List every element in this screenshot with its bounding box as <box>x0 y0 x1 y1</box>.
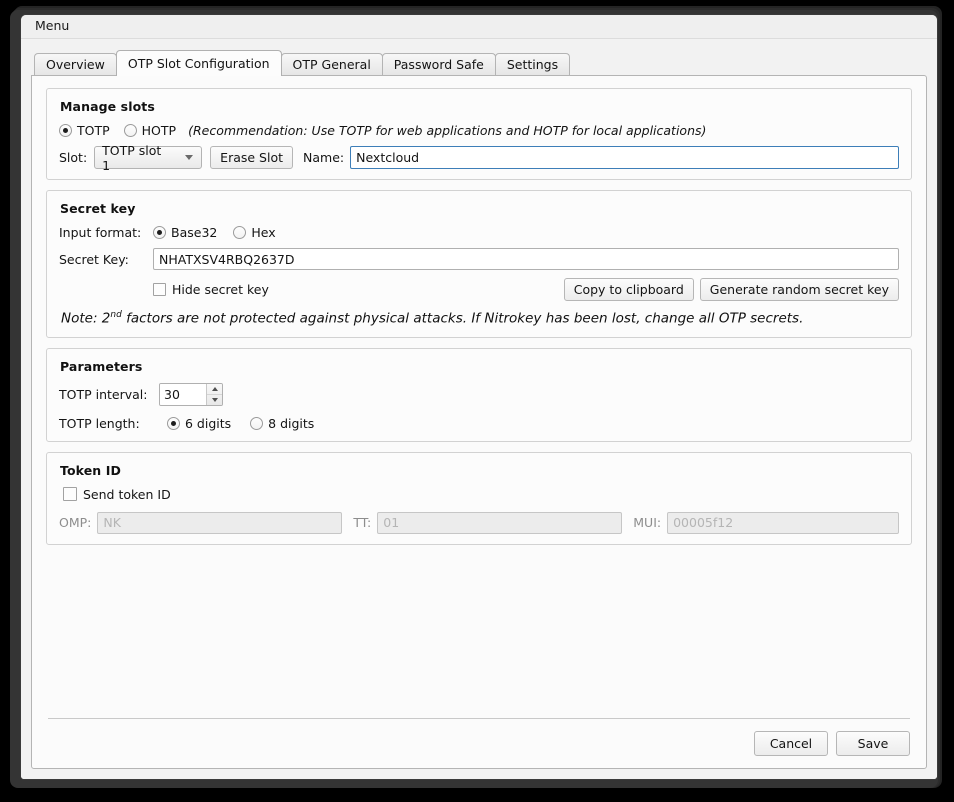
row-input-format: Input format: Base32 Hex <box>59 225 899 240</box>
hide-secret-key-label: Hide secret key <box>172 282 269 297</box>
slot-label: Slot: <box>59 150 87 165</box>
omp-label: OMP: <box>59 515 91 530</box>
save-button[interactable]: Save <box>836 731 910 756</box>
slot-select[interactable]: TOTP slot 1 <box>94 146 202 169</box>
mui-input[interactable] <box>667 512 899 534</box>
secret-key-label: Secret Key: <box>59 252 153 267</box>
row-totp-interval: TOTP interval: 30 <box>59 383 899 406</box>
tab-page-otp-slot-configuration: Manage slots TOTP HOTP (Recommendation: … <box>31 75 927 769</box>
application-window: Menu Overview OTP Slot Configuration OTP… <box>20 14 938 780</box>
cancel-button[interactable]: Cancel <box>754 731 828 756</box>
row-totp-length: TOTP length: 6 digits 8 digits <box>59 416 899 431</box>
tt-input[interactable] <box>377 512 622 534</box>
slot-name-input[interactable] <box>350 146 899 169</box>
radio-totp-indicator-icon <box>59 124 72 137</box>
omp-input[interactable] <box>97 512 342 534</box>
radio-option-hotp[interactable]: HOTP <box>124 123 176 138</box>
radio-8-digits-indicator-icon <box>250 417 263 430</box>
note-prefix: Note: 2 <box>61 311 110 327</box>
secret-key-note: Note: 2nd factors are not protected agai… <box>61 310 899 327</box>
group-parameters: Parameters TOTP interval: 30 TOTP len <box>46 348 912 442</box>
checkbox-send-token-id[interactable]: Send token ID <box>63 487 171 502</box>
menu-item-menu[interactable]: Menu <box>29 18 75 35</box>
name-label: Name: <box>303 150 344 165</box>
group-title-parameters: Parameters <box>60 359 899 374</box>
row-otp-mode: TOTP HOTP (Recommendation: Use TOTP for … <box>59 123 899 138</box>
radio-hex-label: Hex <box>251 225 275 240</box>
tab-otp-general[interactable]: OTP General <box>281 53 383 75</box>
stepper-down-icon[interactable] <box>207 394 222 405</box>
row-secret-key-input: Secret Key: <box>59 248 899 270</box>
hide-secret-key-checkbox-icon <box>153 283 166 296</box>
radio-option-base32[interactable]: Base32 <box>153 225 217 240</box>
row-secret-key-actions: Hide secret key Copy to clipboard Genera… <box>59 278 899 301</box>
radio-base32-label: Base32 <box>171 225 217 240</box>
radio-hotp-indicator-icon <box>124 124 137 137</box>
group-title-manage-slots: Manage slots <box>60 99 899 114</box>
dialog-footer: Cancel Save <box>46 719 912 758</box>
radio-base32-indicator-icon <box>153 226 166 239</box>
tt-label: TT: <box>353 515 371 530</box>
tab-overview[interactable]: Overview <box>34 53 117 75</box>
group-token-id: Token ID Send token ID OMP: TT: MUI: <box>46 452 912 545</box>
note-suffix: factors are not protected against physic… <box>122 311 804 327</box>
radio-6-digits-indicator-icon <box>167 417 180 430</box>
group-title-token-id: Token ID <box>60 463 899 478</box>
radio-hex-indicator-icon <box>233 226 246 239</box>
totp-interval-label: TOTP interval: <box>59 387 159 402</box>
radio-option-8-digits[interactable]: 8 digits <box>250 416 314 431</box>
tab-password-safe[interactable]: Password Safe <box>382 53 496 75</box>
input-format-label: Input format: <box>59 225 153 240</box>
tab-otp-slot-configuration[interactable]: OTP Slot Configuration <box>116 50 282 76</box>
generate-random-secret-key-button[interactable]: Generate random secret key <box>700 278 899 301</box>
row-token-id-fields: OMP: TT: MUI: <box>59 512 899 534</box>
group-manage-slots: Manage slots TOTP HOTP (Recommendation: … <box>46 88 912 180</box>
radio-hotp-label: HOTP <box>142 123 176 138</box>
note-superscript: nd <box>110 310 121 320</box>
totp-length-label: TOTP length: <box>59 416 159 431</box>
erase-slot-button[interactable]: Erase Slot <box>210 146 293 169</box>
slot-select-value: TOTP slot 1 <box>102 143 173 173</box>
radio-option-hex[interactable]: Hex <box>233 225 275 240</box>
send-token-id-label: Send token ID <box>83 487 171 502</box>
totp-interval-value[interactable]: 30 <box>160 384 206 405</box>
radio-totp-label: TOTP <box>77 123 110 138</box>
totp-interval-stepper[interactable]: 30 <box>159 383 223 406</box>
menu-bar: Menu <box>21 15 937 39</box>
stepper-up-icon[interactable] <box>207 384 222 395</box>
group-secret-key: Secret key Input format: Base32 Hex <box>46 190 912 338</box>
radio-option-totp[interactable]: TOTP <box>59 123 110 138</box>
chevron-down-icon <box>185 155 193 160</box>
desktop-background: Menu Overview OTP Slot Configuration OTP… <box>0 0 954 802</box>
radio-6-digits-label: 6 digits <box>185 416 231 431</box>
row-send-token-id: Send token ID <box>59 487 899 502</box>
row-slot-selection: Slot: TOTP slot 1 Erase Slot Name: <box>59 146 899 169</box>
copy-to-clipboard-button[interactable]: Copy to clipboard <box>564 278 694 301</box>
radio-8-digits-label: 8 digits <box>268 416 314 431</box>
tab-bar: Overview OTP Slot Configuration OTP Gene… <box>31 49 927 75</box>
window-body: Overview OTP Slot Configuration OTP Gene… <box>21 39 937 779</box>
mui-label: MUI: <box>633 515 661 530</box>
recommendation-text: (Recommendation: Use TOTP for web applic… <box>188 123 706 138</box>
page-spacer <box>46 555 912 719</box>
send-token-id-checkbox-icon <box>63 487 77 501</box>
radio-option-6-digits[interactable]: 6 digits <box>167 416 231 431</box>
group-title-secret-key: Secret key <box>60 201 899 216</box>
secret-key-input[interactable] <box>153 248 899 270</box>
totp-interval-stepper-buttons <box>206 384 222 405</box>
checkbox-hide-secret-key[interactable]: Hide secret key <box>153 282 269 297</box>
tab-settings[interactable]: Settings <box>495 53 570 75</box>
